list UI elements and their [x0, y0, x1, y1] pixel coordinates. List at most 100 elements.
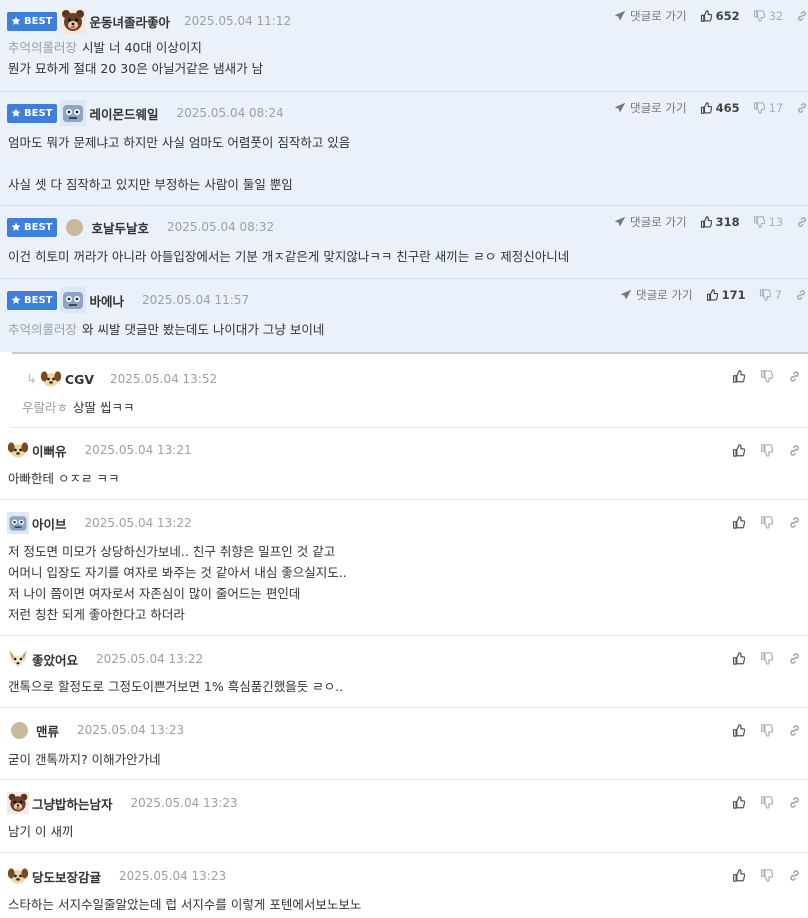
comment: 당도보장감귤 2025.05.04 13:23 스타하는 서지수일줄알았는데 럽…: [0, 853, 808, 918]
like-button[interactable]: 465: [700, 101, 740, 115]
thumbs-up-icon: [732, 516, 745, 529]
fox-avatar-icon: [7, 648, 29, 670]
robot-avatar-icon: [60, 287, 86, 313]
comment-body: 추억의롤러장 시발 너 40대 이상이지 뭔가 묘하게 절대 20 30은 아닐거…: [8, 37, 263, 79]
avatar[interactable]: [7, 865, 29, 887]
go-to-reply-button[interactable]: 댓글로 가기: [614, 214, 687, 230]
author-nickname[interactable]: 당도보장감귤: [32, 867, 101, 886]
dislike-button[interactable]: [760, 444, 773, 457]
copy-link-button[interactable]: [788, 724, 801, 737]
comment-body: 스타하는 서지수일줄알았는데 럽 서지수를 이렇게 포텐에서보노보노: [8, 894, 361, 915]
like-button[interactable]: [732, 370, 745, 383]
star-icon: [11, 295, 21, 305]
author-nickname[interactable]: 바에나: [89, 291, 124, 310]
comment-date: 2025.05.04 13:23: [119, 869, 227, 883]
go-to-reply-button[interactable]: 댓글로 가기: [614, 8, 687, 24]
author-nickname[interactable]: 호날두날호: [91, 218, 149, 237]
like-button[interactable]: [732, 444, 745, 457]
go-to-reply-button[interactable]: 댓글로 가기: [620, 287, 693, 303]
copy-link-button[interactable]: [788, 652, 801, 665]
thumbs-up-icon: [732, 869, 745, 882]
comment-actions: [732, 724, 801, 737]
like-button[interactable]: 171: [706, 288, 746, 302]
avatar[interactable]: [7, 648, 29, 670]
comment-actions: 댓글로 가기 318 13: [614, 214, 808, 230]
dislike-button[interactable]: [760, 370, 773, 383]
copy-link-button[interactable]: [788, 869, 801, 882]
like-button[interactable]: [732, 869, 745, 882]
dislike-button[interactable]: 7: [759, 288, 782, 302]
comment-body: 아빠한테 ㅇㅈㄹ ㅋㅋ: [8, 468, 119, 489]
default-avatar[interactable]: [66, 218, 84, 236]
dog-avatar-icon: [7, 439, 29, 461]
avatar[interactable]: [7, 512, 29, 534]
like-button[interactable]: [732, 516, 745, 529]
comment-text: 스타하는 서지수일줄알았는데 럽 서지수를 이렇게 포텐에서보노보노: [8, 897, 362, 912]
send-icon: [614, 102, 626, 114]
star-icon: [11, 222, 21, 232]
link-icon: [788, 724, 801, 737]
avatar[interactable]: [60, 287, 86, 313]
comment-header: 아이브 2025.05.04 13:22: [7, 510, 192, 536]
dislike-button[interactable]: [760, 516, 773, 529]
link-icon: [796, 10, 808, 22]
comment-body: 엄마도 뭐가 문제냐고 하지만 사실 엄마도 어렴풋이 짐작하고 있음 사실 셋…: [8, 132, 350, 195]
like-button[interactable]: [732, 652, 745, 665]
copy-link-button[interactable]: [796, 10, 808, 22]
best-badge: BEST: [7, 11, 58, 31]
avatar[interactable]: [7, 792, 29, 814]
go-to-reply-button[interactable]: 댓글로 가기: [614, 100, 687, 116]
comment-body: 저 정도면 미모가 상당하신가보네.. 친구 취향은 밀프인 것 같고 어머니 …: [8, 541, 347, 625]
robot-avatar-icon: [60, 100, 86, 126]
dislike-button[interactable]: [760, 652, 773, 665]
copy-link-button[interactable]: [788, 516, 801, 529]
avatar[interactable]: [60, 8, 86, 34]
author-nickname[interactable]: 아이브: [32, 514, 67, 533]
like-button[interactable]: [732, 724, 745, 737]
default-avatar[interactable]: [11, 721, 28, 739]
copy-link-button[interactable]: [795, 289, 807, 301]
like-button[interactable]: [732, 796, 745, 809]
dislike-count: 7: [774, 288, 782, 302]
copy-link-button[interactable]: [796, 216, 808, 228]
like-button[interactable]: 652: [700, 9, 740, 23]
dislike-button[interactable]: 17: [753, 101, 783, 115]
copy-link-button[interactable]: [788, 444, 801, 457]
comment-actions: [732, 516, 801, 529]
comment-header: 좋았어요 2025.05.04 13:22: [7, 646, 203, 672]
copy-link-button[interactable]: [788, 370, 801, 383]
mention-tag[interactable]: 우랄라ㅎ: [22, 400, 68, 415]
comment: 그냥밥하는남자 2025.05.04 13:23 남기 이 새끼: [0, 780, 808, 853]
comment-text: 상딸 씹ㅋㅋ: [73, 400, 135, 415]
best-comment: BEST 호날두날호 2025.05.04 08:32 댓글로 가기 318 1…: [0, 206, 808, 279]
author-nickname[interactable]: 좋았어요: [32, 650, 78, 669]
copy-link-button[interactable]: [788, 796, 801, 809]
copy-link-button[interactable]: [796, 102, 808, 114]
author-nickname[interactable]: 이뻐유: [32, 441, 67, 460]
author-nickname[interactable]: 맨류: [36, 721, 59, 740]
avatar[interactable]: [7, 439, 29, 461]
dislike-button[interactable]: [760, 869, 773, 882]
comment-text: 남기 이 새끼: [8, 824, 74, 839]
thumbs-up-icon: [732, 444, 745, 457]
author-nickname[interactable]: CGV: [65, 372, 94, 387]
comment-text: 이건 히토미 꺼라가 아니라 아들입장에서는 기분 개ㅈ같은게 맞지않나ㅋㅋ 친…: [8, 249, 570, 264]
author-nickname[interactable]: 그냥밥하는남자: [32, 794, 113, 813]
dislike-count: 13: [768, 215, 784, 229]
comment-header: 이뻐유 2025.05.04 13:21: [7, 437, 192, 463]
avatar[interactable]: [60, 100, 86, 126]
comment: 아이브 2025.05.04 13:22 저 정도면 미모가 상당하신가보네..…: [0, 500, 808, 636]
like-button[interactable]: 318: [700, 215, 740, 229]
dislike-button[interactable]: [760, 724, 773, 737]
author-nickname[interactable]: 운동녀졸라좋아: [89, 12, 170, 31]
dislike-button[interactable]: [760, 796, 773, 809]
author-nickname[interactable]: 레이몬드웨일: [89, 104, 158, 123]
mention-tag[interactable]: 추억의롤러장: [8, 322, 77, 337]
avatar[interactable]: [40, 368, 62, 390]
comment-header: BEST 바에나 2025.05.04 11:57: [7, 287, 249, 313]
comment-actions: [732, 652, 801, 665]
mention-tag[interactable]: 추억의롤러장: [8, 40, 77, 55]
best-comment: BEST 운동녀졸라좋아 2025.05.04 11:12 댓글로 가기 652…: [0, 0, 808, 92]
dislike-button[interactable]: 32: [753, 9, 783, 23]
dislike-button[interactable]: 13: [753, 215, 784, 229]
